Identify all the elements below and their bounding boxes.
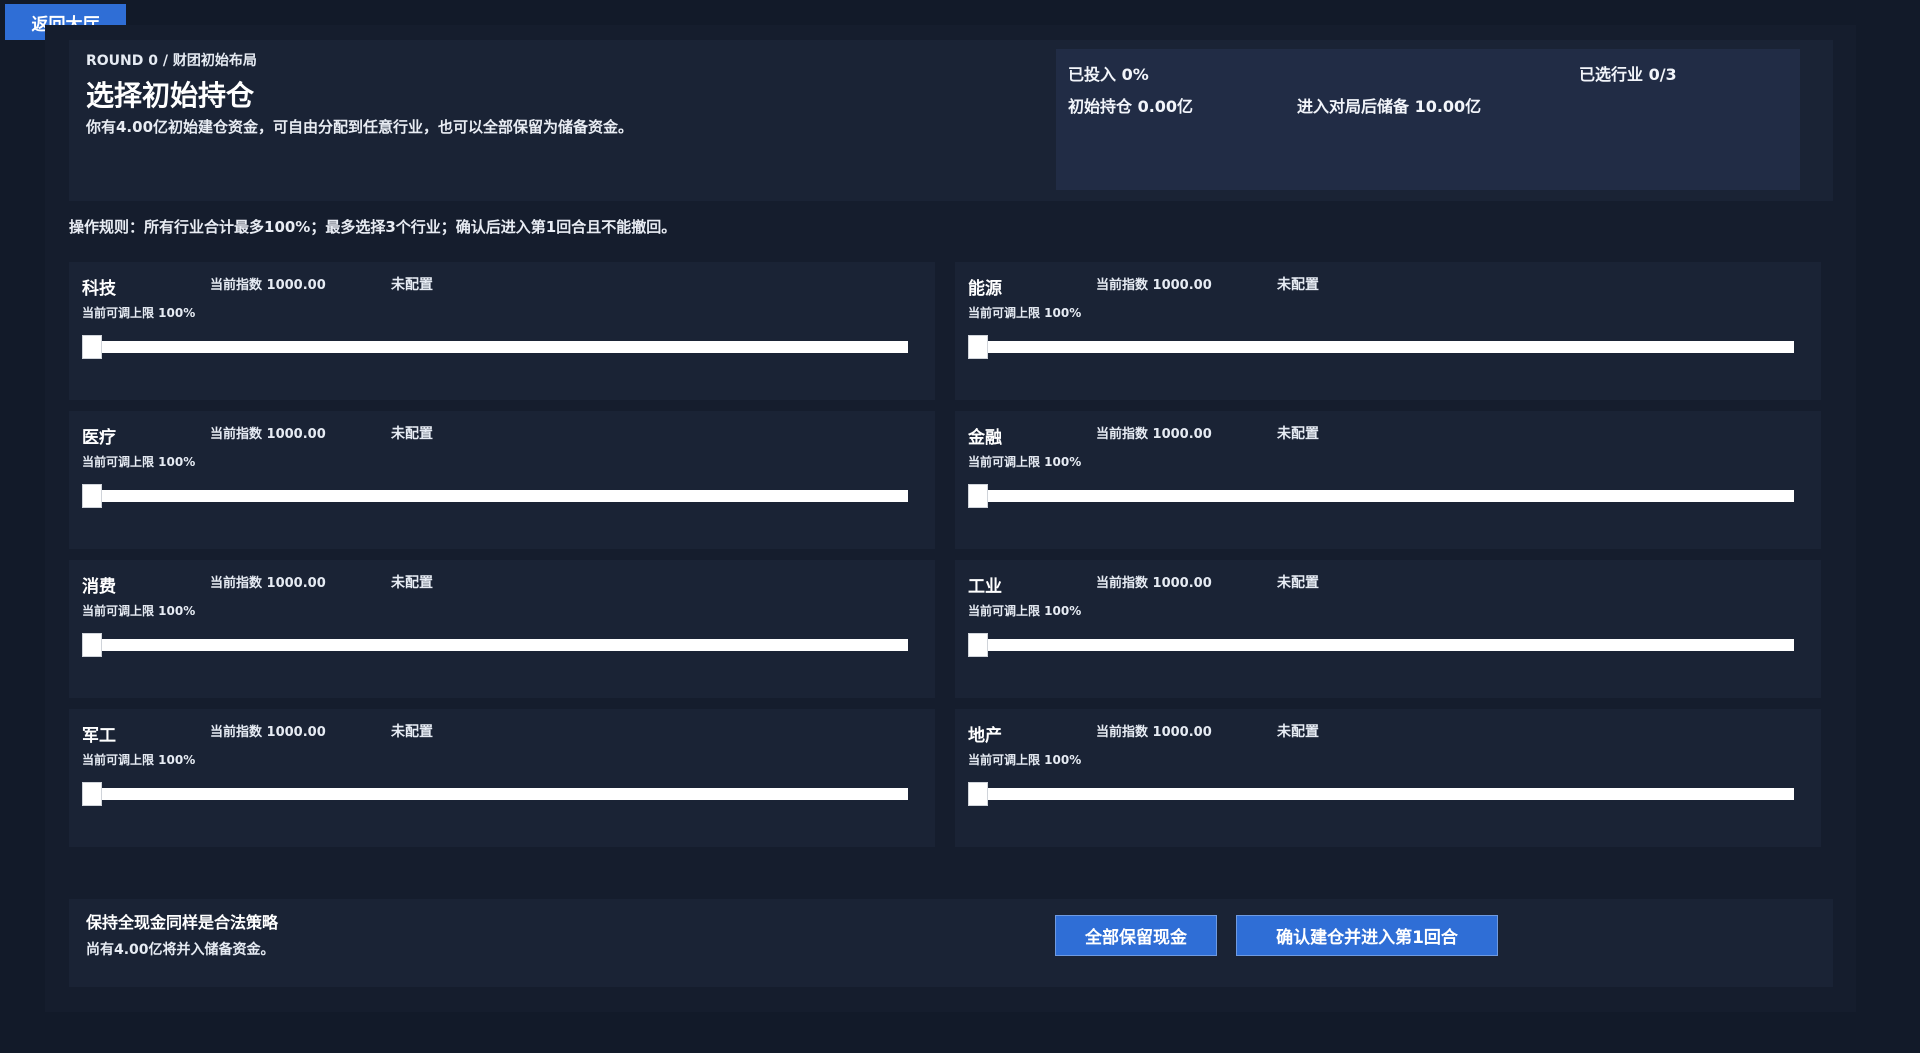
sector-card: 军工 当前指数 1000.00 未配置当前可调上限 100%: [69, 709, 935, 847]
allocation-slider[interactable]: [968, 335, 1794, 359]
sector-name: 消费: [82, 577, 116, 597]
allocation-slider[interactable]: [968, 484, 1794, 508]
slider-thumb[interactable]: [82, 782, 102, 806]
rules-text: 操作规则：所有行业合计最多100%；最多选择3个行业；确认后进入第1回合且不能撤…: [69, 218, 677, 236]
allocation-slider[interactable]: [968, 633, 1794, 657]
sector-name: 军工: [82, 726, 116, 746]
sector-card: 地产 当前指数 1000.00 未配置当前可调上限 100%: [955, 709, 1821, 847]
stats-panel: 已投入 0% 已选行业 0/3 初始持仓 0.00亿 进入对局后储备 10.00…: [1056, 49, 1800, 190]
sector-limit: 当前可调上限 100%: [82, 753, 196, 767]
allocation-slider[interactable]: [82, 335, 908, 359]
sector-name: 金融: [968, 428, 1002, 448]
slider-thumb[interactable]: [82, 633, 102, 657]
selected-sectors-stat: 已选行业 0/3: [1579, 65, 1677, 84]
page-description: 你有4.00亿初始建仓资金，可自由分配到任意行业，也可以全部保留为储备资金。: [86, 118, 634, 136]
sector-status: 未配置: [1277, 575, 1319, 591]
sector-status: 未配置: [1277, 724, 1319, 740]
sector-card: 医疗 当前指数 1000.00 未配置当前可调上限 100%: [69, 411, 935, 549]
sector-name: 医疗: [82, 428, 116, 448]
sector-status: 未配置: [1277, 277, 1319, 293]
sector-name: 地产: [968, 726, 1002, 746]
allocation-slider[interactable]: [82, 782, 908, 806]
sector-index: 当前指数 1000.00: [210, 427, 326, 442]
slider-thumb[interactable]: [968, 484, 988, 508]
sector-name: 科技: [82, 279, 116, 299]
sector-limit: 当前可调上限 100%: [968, 455, 1082, 469]
invested-stat: 已投入 0%: [1068, 65, 1149, 84]
sector-status: 未配置: [391, 277, 433, 293]
footer-subtitle: 尚有4.00亿将并入储备资金。: [86, 942, 275, 958]
allocation-slider[interactable]: [82, 484, 908, 508]
sector-status: 未配置: [391, 575, 433, 591]
sector-card: 科技 当前指数 1000.00 未配置当前可调上限 100%: [69, 262, 935, 400]
sector-limit: 当前可调上限 100%: [82, 455, 196, 469]
confirm-and-start-button[interactable]: 确认建仓并进入第1回合: [1236, 915, 1498, 956]
sector-index: 当前指数 1000.00: [1096, 427, 1212, 442]
slider-thumb[interactable]: [82, 335, 102, 359]
page-title: 选择初始持仓: [86, 79, 255, 112]
allocation-slider[interactable]: [968, 782, 1794, 806]
sector-index: 当前指数 1000.00: [210, 576, 326, 591]
sector-limit: 当前可调上限 100%: [968, 753, 1082, 767]
sector-name: 工业: [968, 577, 1002, 597]
sector-status: 未配置: [1277, 426, 1319, 442]
sector-index: 当前指数 1000.00: [1096, 725, 1212, 740]
footer-panel: 保持全现金同样是合法策略 尚有4.00亿将并入储备资金。 全部保留现金 确认建仓…: [69, 899, 1833, 987]
initial-holding-stat: 初始持仓 0.00亿: [1068, 97, 1194, 116]
sector-index: 当前指数 1000.00: [210, 278, 326, 293]
sector-index: 当前指数 1000.00: [1096, 278, 1212, 293]
sector-limit: 当前可调上限 100%: [968, 604, 1082, 618]
sector-status: 未配置: [391, 426, 433, 442]
footer-title: 保持全现金同样是合法策略: [86, 913, 279, 932]
slider-thumb[interactable]: [968, 782, 988, 806]
header-panel: ROUND 0 / 财团初始布局 选择初始持仓 你有4.00亿初始建仓资金，可自…: [69, 40, 1833, 201]
sector-card: 金融 当前指数 1000.00 未配置当前可调上限 100%: [955, 411, 1821, 549]
sector-name: 能源: [968, 279, 1002, 299]
sector-card: 能源 当前指数 1000.00 未配置当前可调上限 100%: [955, 262, 1821, 400]
slider-thumb[interactable]: [968, 335, 988, 359]
slider-thumb[interactable]: [82, 484, 102, 508]
keep-all-cash-button[interactable]: 全部保留现金: [1055, 915, 1217, 956]
sector-limit: 当前可调上限 100%: [82, 306, 196, 320]
sector-card: 消费 当前指数 1000.00 未配置当前可调上限 100%: [69, 560, 935, 698]
sector-index: 当前指数 1000.00: [210, 725, 326, 740]
round-label: ROUND 0 / 财团初始布局: [86, 53, 257, 69]
slider-thumb[interactable]: [968, 633, 988, 657]
sector-limit: 当前可调上限 100%: [968, 306, 1082, 320]
allocation-slider[interactable]: [82, 633, 908, 657]
sector-index: 当前指数 1000.00: [1096, 576, 1212, 591]
reserve-stat: 进入对局后储备 10.00亿: [1297, 97, 1482, 116]
sector-limit: 当前可调上限 100%: [82, 604, 196, 618]
sector-status: 未配置: [391, 724, 433, 740]
sector-card: 工业 当前指数 1000.00 未配置当前可调上限 100%: [955, 560, 1821, 698]
